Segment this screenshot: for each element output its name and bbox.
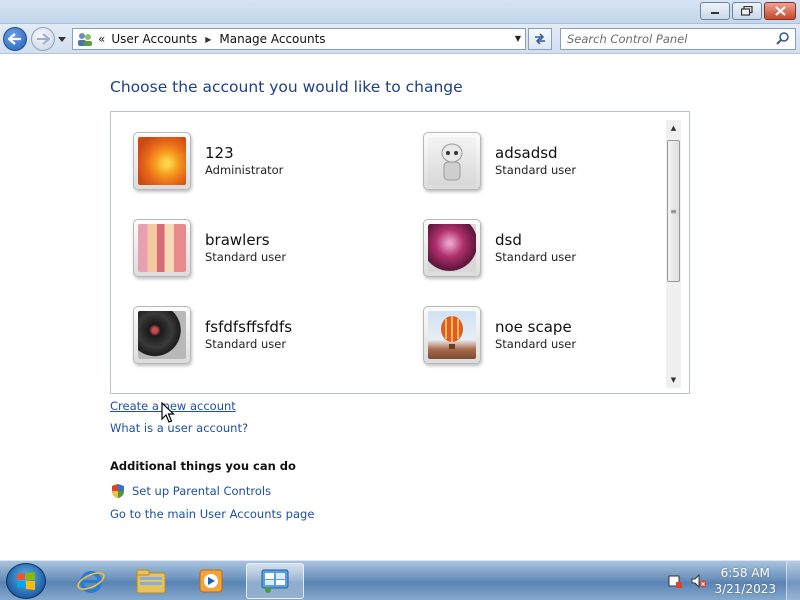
avatar xyxy=(133,219,191,277)
account-tile[interactable]: dsd Standard user xyxy=(423,217,663,279)
account-name: fsfdfsffsfdfs xyxy=(205,318,293,336)
account-tile[interactable]: adsadsd Standard user xyxy=(423,130,663,192)
scroll-down-icon[interactable]: ▼ xyxy=(666,372,681,388)
account-role: Standard user xyxy=(495,250,577,264)
taskbar-windows-explorer[interactable] xyxy=(124,563,178,599)
avatar xyxy=(133,132,191,190)
folder-icon xyxy=(136,569,166,594)
taskbar: 6:58 AM 3/21/2023 xyxy=(0,560,800,600)
account-name: 123 xyxy=(205,144,234,162)
avatar xyxy=(423,219,481,277)
search-icon[interactable] xyxy=(775,31,791,47)
accounts-scrollbar[interactable]: ▲ ≡ ▼ xyxy=(666,120,681,388)
main-user-accounts-link[interactable]: Go to the main User Accounts page xyxy=(110,507,314,521)
taskbar-media-player[interactable] xyxy=(184,563,238,599)
account-role: Standard user xyxy=(205,337,287,351)
balloon-picture xyxy=(428,311,476,359)
clock-date: 3/21/2023 xyxy=(714,582,776,596)
account-tile[interactable]: brawlers Standard user xyxy=(133,217,373,279)
show-desktop-button[interactable] xyxy=(786,561,800,600)
avatar xyxy=(423,132,481,190)
parental-controls-link[interactable]: Set up Parental Controls xyxy=(132,484,271,498)
window-titlebar xyxy=(0,0,800,24)
flower-picture xyxy=(138,137,186,185)
address-dropdown-icon[interactable]: ▼ xyxy=(515,34,521,43)
account-role: Standard user xyxy=(495,337,577,351)
scroll-thumb[interactable]: ≡ xyxy=(667,140,680,282)
turntable-picture xyxy=(138,311,186,359)
forward-button[interactable] xyxy=(31,27,55,51)
minimize-button[interactable] xyxy=(700,2,730,20)
breadcrumb-separator-icon[interactable]: ▶ xyxy=(205,35,211,44)
avatar xyxy=(133,306,191,364)
accounts-list: 123 Administrator adsadsd Standard user … xyxy=(110,111,690,394)
user-accounts-icon xyxy=(78,33,92,46)
account-tile[interactable]: 123 Administrator xyxy=(133,130,373,192)
account-tile[interactable]: fsfdfsffsfdfs Standard user xyxy=(133,304,373,366)
start-button[interactable] xyxy=(6,563,46,599)
what-is-user-account-link[interactable]: What is a user account? xyxy=(110,421,248,435)
scroll-up-icon[interactable]: ▲ xyxy=(666,120,681,136)
account-name: noe scape xyxy=(495,318,572,336)
search-input[interactable] xyxy=(561,29,761,49)
chevron-down-icon xyxy=(58,36,66,42)
taskbar-control-panel[interactable] xyxy=(246,563,304,599)
internet-explorer-icon xyxy=(77,571,105,593)
system-clock[interactable]: 6:58 AM 3/21/2023 xyxy=(714,565,776,597)
account-role: Standard user xyxy=(495,163,577,177)
minimize-icon xyxy=(711,12,719,14)
clock-time: 6:58 AM xyxy=(720,566,770,580)
avatar xyxy=(423,306,481,364)
media-player-icon xyxy=(199,569,223,593)
breadcrumb-overflow[interactable]: « xyxy=(98,32,105,46)
additional-things-heading: Additional things you can do xyxy=(110,459,296,473)
address-bar[interactable]: « User Accounts ▶ Manage Accounts ▼ xyxy=(72,28,526,50)
account-tile[interactable]: noe scape Standard user xyxy=(423,304,663,366)
volume-muted-icon[interactable] xyxy=(691,573,707,589)
taskbar-internet-explorer[interactable] xyxy=(64,563,118,599)
breadcrumb-manage-accounts[interactable]: Manage Accounts xyxy=(219,32,325,46)
robot-picture xyxy=(428,137,476,185)
breadcrumb-user-accounts[interactable]: User Accounts xyxy=(111,32,197,46)
forward-arrow-icon xyxy=(37,33,50,45)
account-name: dsd xyxy=(495,231,522,249)
account-role: Administrator xyxy=(205,163,284,177)
navigation-bar: « User Accounts ▶ Manage Accounts ▼ xyxy=(0,24,800,54)
control-panel-icon xyxy=(261,569,289,593)
refresh-icon xyxy=(535,33,545,45)
fabric-picture xyxy=(138,224,186,272)
close-button[interactable] xyxy=(764,2,796,20)
back-arrow-icon xyxy=(8,33,21,45)
mouse-cursor-icon xyxy=(161,402,175,423)
search-box[interactable] xyxy=(560,28,796,50)
action-center-icon[interactable] xyxy=(667,573,683,589)
close-icon xyxy=(774,6,786,16)
uac-shield-icon xyxy=(112,484,124,498)
restore-button[interactable] xyxy=(732,2,762,20)
page-title: Choose the account you would like to cha… xyxy=(110,78,463,96)
back-button[interactable] xyxy=(3,27,27,51)
recent-pages-button[interactable] xyxy=(57,34,67,44)
restore-icon xyxy=(741,6,753,16)
refresh-button[interactable] xyxy=(528,28,552,50)
account-name: brawlers xyxy=(205,231,270,249)
ball-picture xyxy=(428,224,476,272)
windows-logo-icon xyxy=(17,572,35,590)
account-name: adsadsd xyxy=(495,144,558,162)
window-controls xyxy=(700,2,796,20)
account-role: Standard user xyxy=(205,250,287,264)
